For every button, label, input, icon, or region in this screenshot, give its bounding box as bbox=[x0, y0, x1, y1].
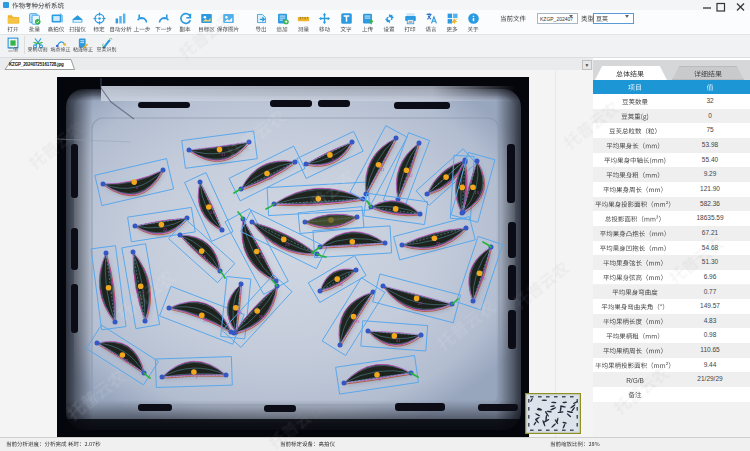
svg-text:R/G/B: R/G/B bbox=[626, 377, 644, 384]
